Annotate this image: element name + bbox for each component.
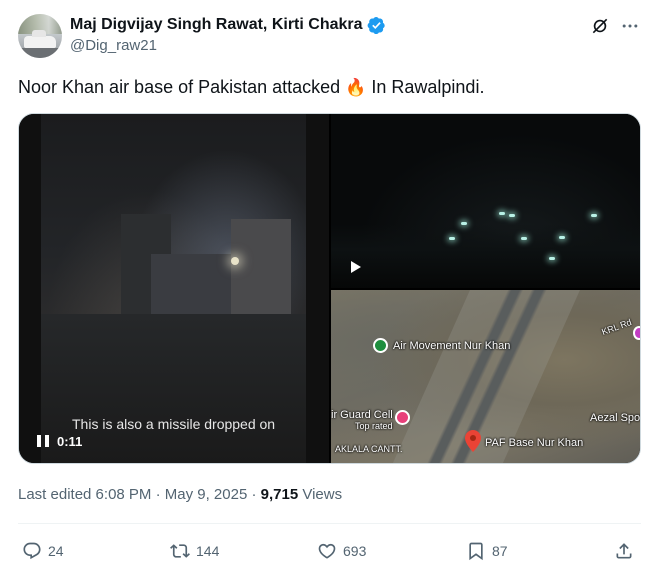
like-count: 693 xyxy=(343,543,367,559)
handle[interactable]: @Dig_raw21 xyxy=(70,37,157,54)
tree-line xyxy=(331,224,640,288)
reply-button[interactable]: 24 xyxy=(22,539,64,563)
map-label-paf-base: PAF Base Nur Khan xyxy=(485,437,584,449)
action-bar: 24 144 693 87 xyxy=(18,539,641,563)
video-1-frame xyxy=(41,114,306,463)
tweet-text-part-2: In Rawalpindi. xyxy=(366,77,485,97)
light-streak xyxy=(509,214,515,217)
map-label-air-movement: Air Movement Nur Khan xyxy=(393,340,511,352)
light-streak xyxy=(461,222,467,225)
map-pin-pink-icon xyxy=(395,410,410,425)
map-pin-green-icon xyxy=(373,338,388,353)
pause-icon[interactable] xyxy=(37,435,49,447)
building xyxy=(151,254,231,314)
media-grid: This is also a missile dropped on 0:11 A… xyxy=(18,113,641,464)
light-flash xyxy=(231,257,239,265)
name-row: Maj Digvijay Singh Rawat, Kirti Chakra xyxy=(70,15,386,35)
verified-badge-icon[interactable] xyxy=(367,16,386,35)
video-controls[interactable]: 0:11 xyxy=(37,430,82,452)
map-pin-magenta-icon xyxy=(633,326,640,340)
video-1[interactable]: This is also a missile dropped on 0:11 xyxy=(19,114,329,463)
like-button[interactable]: 693 xyxy=(317,539,366,563)
repost-icon xyxy=(170,544,190,558)
map-label-chaklala: AKLALA CANTT. xyxy=(335,444,403,454)
share-icon xyxy=(616,543,632,559)
avatar[interactable] xyxy=(18,14,62,58)
tweet: Maj Digvijay Singh Rawat, Kirti Chakra @… xyxy=(0,0,660,575)
light-streak xyxy=(449,237,455,240)
avatar-ground xyxy=(18,48,62,58)
video-2[interactable] xyxy=(331,114,640,288)
repost-count: 144 xyxy=(196,543,220,559)
fire-emoji: 🔥 xyxy=(345,78,367,97)
map-pin-red-icon xyxy=(465,430,481,452)
light-streak xyxy=(499,212,505,215)
light-streak xyxy=(559,236,565,239)
building xyxy=(231,219,291,314)
light-streak xyxy=(549,257,555,260)
more-options-icon[interactable] xyxy=(620,16,640,36)
play-icon[interactable] xyxy=(351,261,361,273)
bookmark-button[interactable]: 87 xyxy=(466,539,508,563)
views-label: Views xyxy=(298,486,343,503)
tweet-text: Noor Khan air base of Pakistan attacked … xyxy=(18,76,484,99)
video-time: 0:11 xyxy=(57,433,83,449)
video-caption: This is also a missile dropped on xyxy=(72,416,276,432)
reply-icon xyxy=(23,542,41,560)
edited-timestamp[interactable]: Last edited 6:08 PM · May 9, 2025 · xyxy=(18,486,261,503)
light-streak xyxy=(591,214,597,217)
bookmark-icon xyxy=(469,542,483,561)
grok-icon[interactable] xyxy=(590,16,610,36)
map-label-top-rated: Top rated xyxy=(355,421,393,431)
map-label-krl: KRL Rd xyxy=(600,316,633,338)
bookmark-count: 87 xyxy=(492,543,508,559)
map-image[interactable]: Air Movement Nur Khan ir Guard Cell Top … xyxy=(331,290,641,463)
display-name[interactable]: Maj Digvijay Singh Rawat, Kirti Chakra xyxy=(70,16,363,34)
map-label-aezal: Aezal Spot xyxy=(590,412,641,424)
views-count: 9,715 xyxy=(260,486,299,503)
divider xyxy=(18,523,641,524)
heart-icon xyxy=(318,543,336,559)
share-button[interactable] xyxy=(614,539,634,563)
map-label-air-guard: ir Guard Cell xyxy=(331,409,393,421)
light-streak xyxy=(521,237,527,240)
avatar-car xyxy=(24,30,56,48)
tweet-text-part-1: Noor Khan air base of Pakistan attacked xyxy=(18,77,346,97)
reply-count: 24 xyxy=(48,543,64,559)
tweet-meta: Last edited 6:08 PM · May 9, 2025 · 9,71… xyxy=(18,486,342,503)
repost-button[interactable]: 144 xyxy=(170,539,219,563)
